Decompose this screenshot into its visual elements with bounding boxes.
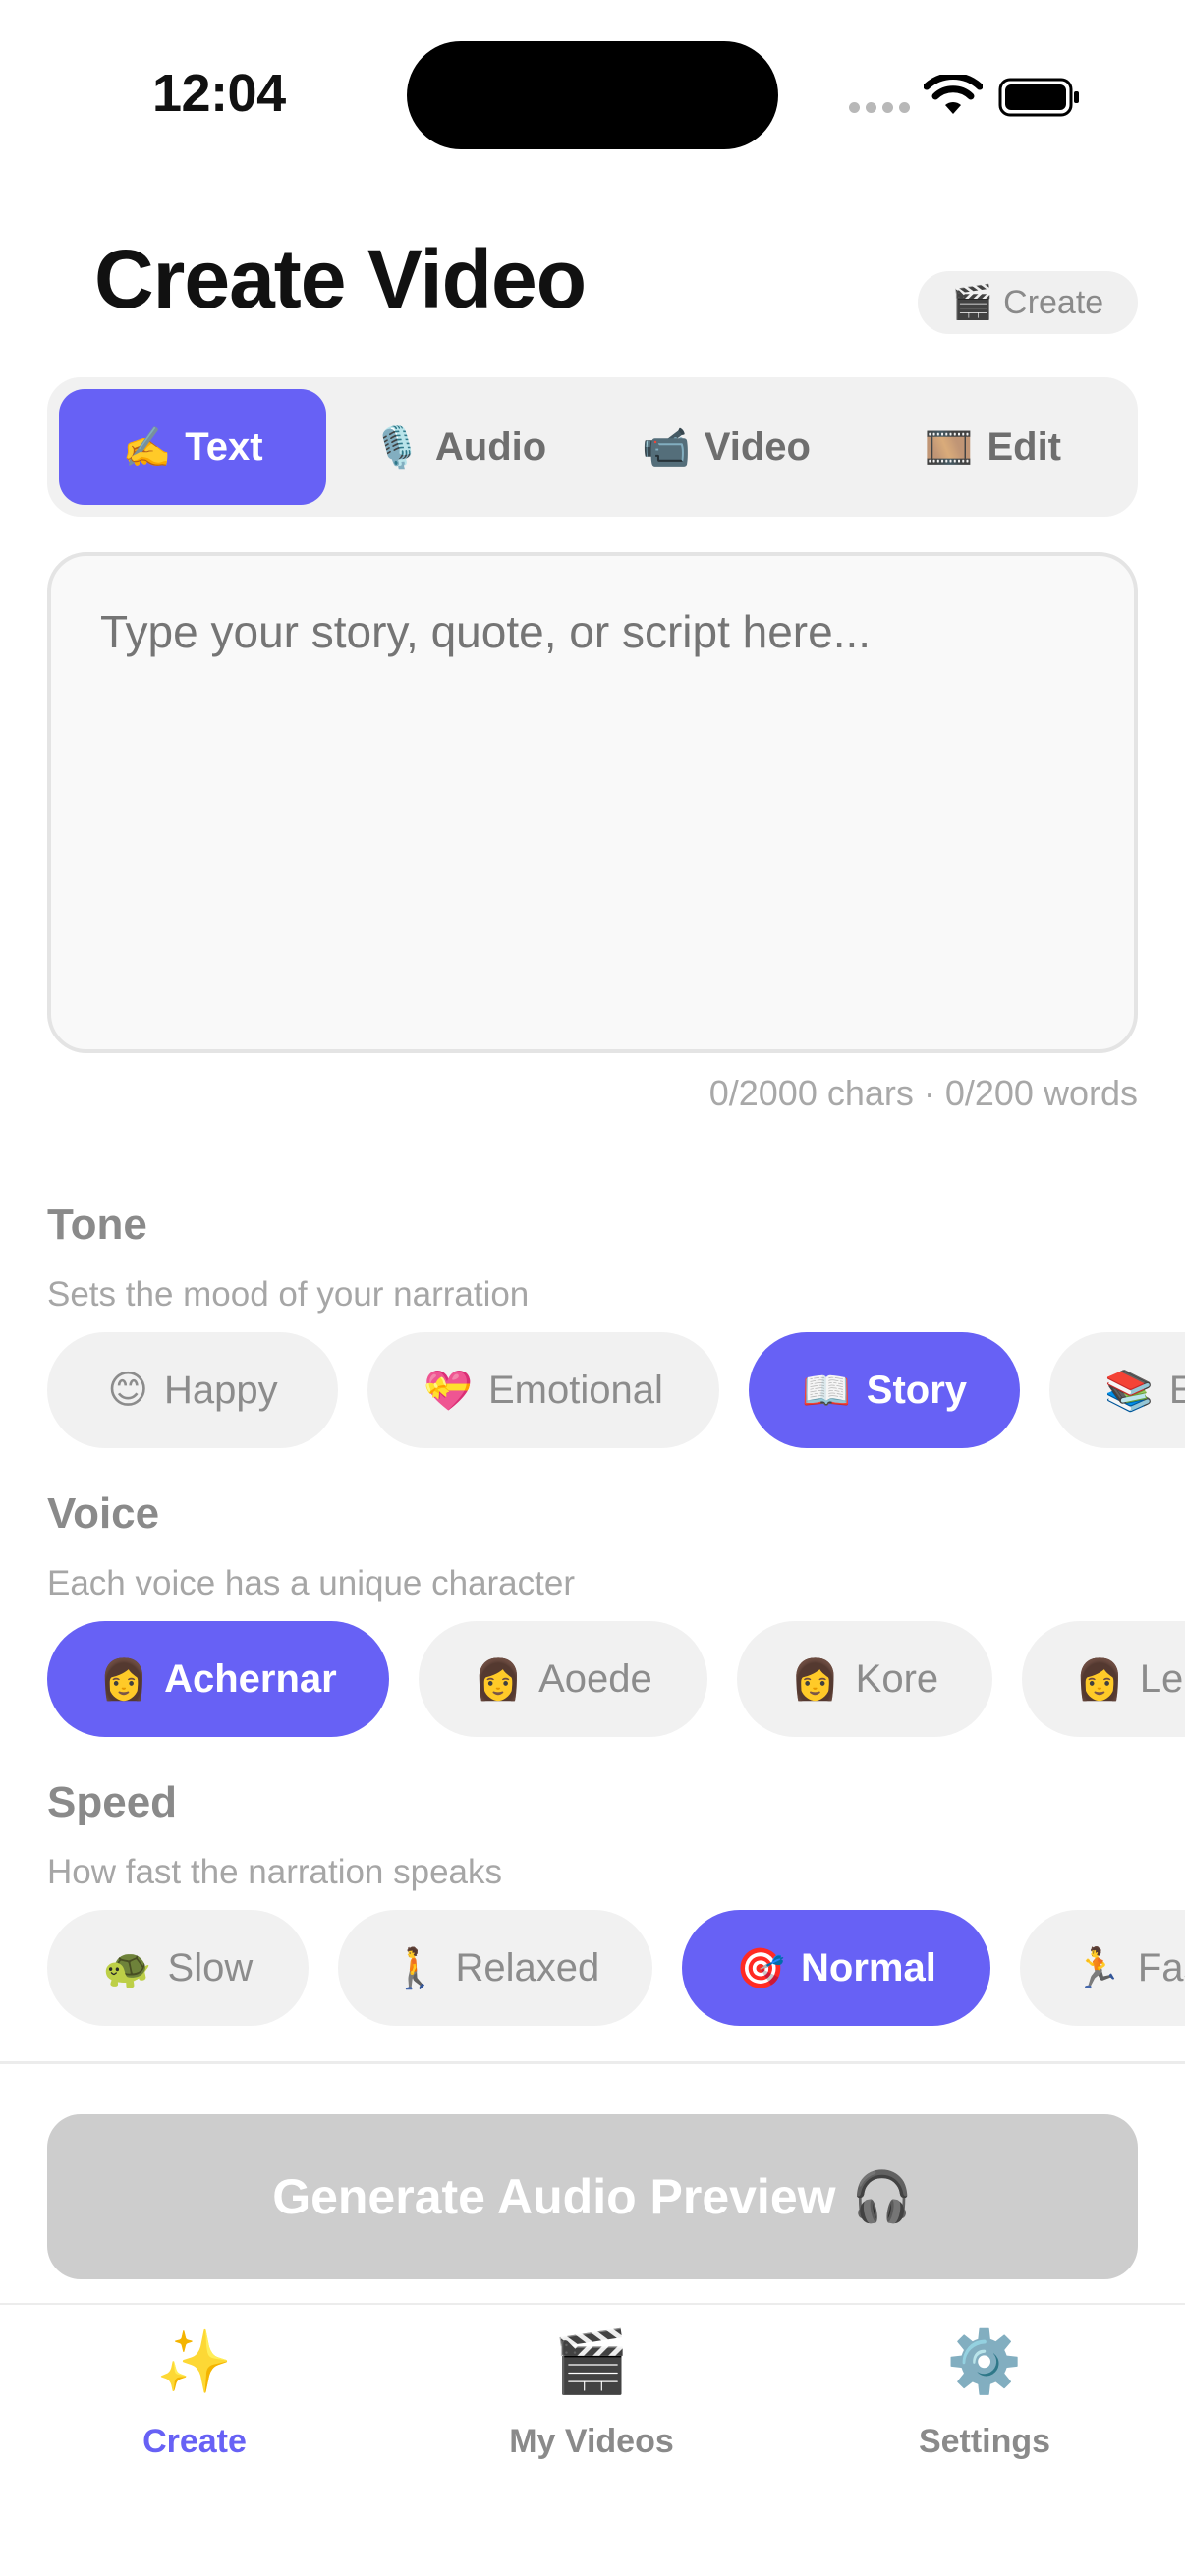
tab-edit[interactable]: 🎞️ Edit [860,389,1126,505]
tone-title: Tone [47,1201,147,1249]
chip-label: Aoede [538,1656,652,1701]
cellular-signal-icon [849,102,910,113]
tab-label: Edit [987,424,1061,469]
speed-chip-partial[interactable]: 🏃 Fas [1020,1910,1185,2026]
chip-label: Emotional [487,1368,663,1412]
wifi-icon [924,75,983,114]
create-badge[interactable]: 🎬 Create [918,271,1138,334]
chip-label: Relaxed [455,1945,600,1989]
mode-tabs: ✍️ Text 🎙️ Audio 📹 Video 🎞️ Edit [47,377,1138,517]
microphone-icon: 🎙️ [372,425,422,470]
story-input[interactable] [47,552,1138,1053]
create-video-screen: 12:04 Create Video 🎬 Create ✍️ Text 🎙️ A… [0,0,1185,2576]
dynamic-island [407,41,778,149]
woman-icon: 👩 [474,1657,524,1702]
chip-label: Kore [855,1656,939,1701]
speed-options: 🐢 Slow 🚶 Relaxed 🎯 Normal 🏃 Fas [47,1910,1185,2026]
running-person-icon: 🏃 [1073,1946,1122,1990]
tab-text[interactable]: ✍️ Text [59,389,326,505]
speed-title: Speed [47,1778,178,1826]
generate-audio-preview-button[interactable]: Generate Audio Preview 🎧 [47,2114,1138,2279]
headphones-icon: 🎧 [851,2168,913,2224]
chip-label: Slow [167,1945,254,1989]
create-badge-label: Create [1003,283,1104,321]
woman-icon: 👩 [1075,1657,1124,1702]
gear-icon: ⚙️ [946,2328,1023,2396]
film-frames-icon: 🎞️ [924,425,974,470]
sparkles-icon: ✨ [156,2328,233,2396]
writing-hand-icon: ✍️ [122,425,172,470]
page-title: Create Video [94,233,587,325]
speed-chip-slow[interactable]: 🐢 Slow [47,1910,309,2026]
chip-label: Achernar [164,1656,337,1701]
tab-video[interactable]: 📹 Video [592,389,859,505]
tab-label: Text [185,424,263,469]
open-book-icon: 📖 [801,1369,851,1413]
heart-gift-icon: 💝 [423,1369,473,1413]
speed-chip-normal[interactable]: 🎯 Normal [682,1910,990,2026]
voice-chip-partial[interactable]: 👩 Le [1022,1621,1185,1737]
nav-item-my-videos[interactable]: 🎬 My Videos [444,2332,739,2461]
nav-label: Settings [918,2423,1051,2460]
smiling-face-icon: 😊 [107,1369,149,1412]
nav-item-settings[interactable]: ⚙️ Settings [837,2332,1132,2461]
nav-label: Create [142,2423,247,2460]
tab-label: Video [704,424,811,469]
woman-icon: 👩 [99,1657,149,1702]
woman-icon: 👩 [790,1657,840,1702]
chip-label: Fas [1137,1945,1185,1989]
bottom-nav: ✨ Create 🎬 My Videos ⚙️ Settings [0,2305,1185,2576]
tab-audio[interactable]: 🎙️ Audio [326,389,592,505]
tone-chip-emotional[interactable]: 💝 Emotional [367,1332,719,1448]
character-word-counter: 0/2000 chars · 0/200 words [708,1073,1138,1113]
walking-person-icon: 🚶 [390,1946,440,1990]
turtle-icon: 🐢 [102,1946,152,1990]
battery-icon [998,78,1079,117]
voice-chip-kore[interactable]: 👩 Kore [737,1621,992,1737]
speed-subtitle: How fast the narration speaks [47,1853,503,1891]
voice-chip-aoede[interactable]: 👩 Aoede [419,1621,707,1737]
target-icon: 🎯 [736,1946,785,1990]
voice-chip-achernar[interactable]: 👩 Achernar [47,1621,389,1737]
speed-chip-relaxed[interactable]: 🚶 Relaxed [338,1910,652,2026]
chip-label: Story [866,1368,968,1412]
status-time: 12:04 [152,64,286,123]
chip-label: Normal [801,1945,936,1989]
tone-chip-happy[interactable]: 😊 Happy [47,1332,338,1448]
clapperboard-icon: 🎬 [553,2328,630,2396]
voice-options: 👩 Achernar 👩 Aoede 👩 Kore 👩 Le [47,1621,1185,1737]
video-camera-icon: 📹 [641,425,691,470]
chip-label: Happy [164,1368,278,1412]
books-icon: 📚 [1104,1369,1154,1413]
tone-chip-partial[interactable]: 📚 E [1049,1332,1185,1448]
nav-item-create[interactable]: ✨ Create [47,2332,342,2461]
generate-button-label: Generate Audio Preview [272,2169,836,2224]
chip-label: Le [1139,1656,1184,1701]
tone-subtitle: Sets the mood of your narration [47,1275,530,1314]
voice-title: Voice [47,1489,160,1538]
chip-label: E [1168,1368,1185,1412]
tab-label: Audio [434,424,547,469]
tone-chip-story[interactable]: 📖 Story [749,1332,1020,1448]
voice-subtitle: Each voice has a unique character [47,1564,575,1602]
nav-label: My Videos [509,2423,674,2460]
content-divider [0,2061,1185,2064]
tone-options: 😊 Happy 💝 Emotional 📖 Story 📚 E [47,1332,1185,1448]
clapperboard-icon: 🎬 [951,284,994,321]
